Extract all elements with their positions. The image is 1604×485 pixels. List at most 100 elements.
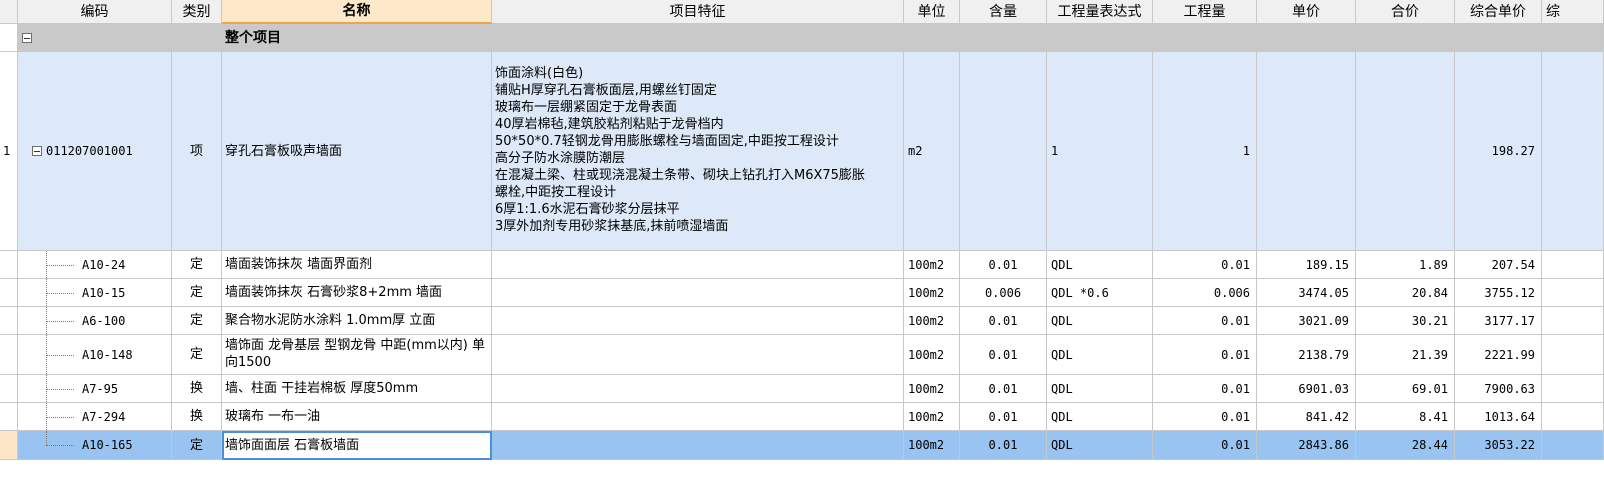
name-cell[interactable]: 墙饰面 龙骨基层 型钢龙骨 中距(mm以内) 单向1500 [222, 335, 492, 375]
price-cell[interactable]: 6901.03 [1257, 375, 1356, 403]
code-cell[interactable]: A10-15 [18, 279, 172, 307]
features-cell[interactable] [492, 24, 904, 52]
unit-cell[interactable] [904, 24, 960, 52]
unit-cell[interactable]: 100m2 [904, 403, 960, 431]
code-cell[interactable]: A7-294 [18, 403, 172, 431]
column-header-unit[interactable]: 单位 [904, 0, 960, 24]
quantity-cell[interactable]: 0.01 [1153, 431, 1257, 460]
unit-cell[interactable]: 100m2 [904, 307, 960, 335]
price-cell[interactable] [1257, 24, 1356, 52]
expression-cell[interactable]: QDL *0.6 [1047, 279, 1153, 307]
quantity-cell[interactable]: 0.01 [1153, 335, 1257, 375]
comprehensive-price-cell[interactable]: 1013.64 [1455, 403, 1542, 431]
name-cell[interactable]: 玻璃布 一布一油 [222, 403, 492, 431]
features-cell[interactable] [492, 403, 904, 431]
price-cell[interactable] [1257, 52, 1356, 251]
column-header-code[interactable]: 编码 [18, 0, 172, 24]
comprehensive-price-cell[interactable]: 3053.22 [1455, 431, 1542, 460]
expression-cell[interactable]: 1 [1047, 52, 1153, 251]
content-cell[interactable] [960, 24, 1047, 52]
column-header-features[interactable]: 项目特征 [492, 0, 904, 24]
quota-row[interactable]: A10-24 定 墙面装饰抹灰 墙面界面剂 100m2 0.01 QDL 0.0… [0, 251, 1604, 279]
extra-cell[interactable] [1542, 335, 1604, 375]
type-cell[interactable]: 定 [172, 431, 222, 460]
name-cell[interactable]: 墙面装饰抹灰 石膏砂浆8+2mm 墙面 [222, 279, 492, 307]
quantity-cell[interactable]: 0.01 [1153, 403, 1257, 431]
quota-row[interactable]: A10-148 定 墙饰面 龙骨基层 型钢龙骨 中距(mm以内) 单向1500 … [0, 335, 1604, 375]
extra-cell[interactable] [1542, 403, 1604, 431]
quantity-cell[interactable]: 0.01 [1153, 375, 1257, 403]
column-header-extra[interactable]: 综 [1542, 0, 1604, 24]
price-cell[interactable]: 3021.09 [1257, 307, 1356, 335]
content-cell[interactable]: 0.01 [960, 431, 1047, 460]
type-cell[interactable]: 换 [172, 403, 222, 431]
comprehensive-price-cell[interactable]: 207.54 [1455, 251, 1542, 279]
column-header-expression[interactable]: 工程量表达式 [1047, 0, 1153, 24]
extra-cell[interactable] [1542, 24, 1604, 52]
comprehensive-price-cell[interactable]: 3177.17 [1455, 307, 1542, 335]
comprehensive-price-cell[interactable]: 2221.99 [1455, 335, 1542, 375]
name-cell[interactable]: 穿孔石膏板吸声墙面 [222, 52, 492, 251]
expression-cell[interactable]: QDL [1047, 375, 1153, 403]
type-cell[interactable]: 定 [172, 279, 222, 307]
total-cell[interactable]: 1.89 [1356, 251, 1455, 279]
quantity-cell[interactable]: 1 [1153, 52, 1257, 251]
column-header-comprehensive-price[interactable]: 综合单价 [1455, 0, 1542, 24]
code-cell[interactable]: A6-100 [18, 307, 172, 335]
extra-cell[interactable] [1542, 279, 1604, 307]
extra-cell[interactable] [1542, 431, 1604, 460]
comprehensive-price-cell[interactable]: 7900.63 [1455, 375, 1542, 403]
column-header-quantity[interactable]: 工程量 [1153, 0, 1257, 24]
name-cell[interactable]: 墙面装饰抹灰 墙面界面剂 [222, 251, 492, 279]
content-cell[interactable]: 0.006 [960, 279, 1047, 307]
total-cell[interactable]: 20.84 [1356, 279, 1455, 307]
content-cell[interactable]: 0.01 [960, 375, 1047, 403]
name-cell-editing[interactable]: 墙饰面面层 石膏板墙面 [222, 431, 492, 460]
code-cell[interactable]: A10-165 [18, 431, 172, 460]
price-cell[interactable]: 189.15 [1257, 251, 1356, 279]
unit-cell[interactable]: 100m2 [904, 279, 960, 307]
features-cell[interactable] [492, 307, 904, 335]
collapse-icon[interactable] [22, 32, 32, 43]
features-cell[interactable] [492, 431, 904, 460]
quota-row[interactable]: A7-294 换 玻璃布 一布一油 100m2 0.01 QDL 0.01 84… [0, 403, 1604, 431]
price-cell[interactable]: 2138.79 [1257, 335, 1356, 375]
expression-cell[interactable]: QDL [1047, 403, 1153, 431]
content-cell[interactable]: 0.01 [960, 251, 1047, 279]
column-header-name[interactable]: 名称 [222, 0, 492, 24]
bill-item-row[interactable]: 1 011207001001 项 穿孔石膏板吸声墙面 饰面涂料(白色) 铺贴H厚… [0, 52, 1604, 251]
expression-cell[interactable]: QDL [1047, 335, 1153, 375]
expression-cell[interactable]: QDL [1047, 431, 1153, 460]
expression-cell[interactable]: QDL [1047, 307, 1153, 335]
content-cell[interactable] [960, 52, 1047, 251]
features-cell[interactable] [492, 279, 904, 307]
type-cell[interactable]: 项 [172, 52, 222, 251]
extra-cell[interactable] [1542, 375, 1604, 403]
extra-cell[interactable] [1542, 251, 1604, 279]
name-cell[interactable]: 墙、柱面 干挂岩棉板 厚度50mm [222, 375, 492, 403]
column-header-type[interactable]: 类别 [172, 0, 222, 24]
features-cell[interactable] [492, 335, 904, 375]
comprehensive-price-cell[interactable]: 198.27 [1455, 52, 1542, 251]
unit-cell[interactable]: 100m2 [904, 251, 960, 279]
quota-row[interactable]: A7-95 换 墙、柱面 干挂岩棉板 厚度50mm 100m2 0.01 QDL… [0, 375, 1604, 403]
comprehensive-price-cell[interactable]: 3755.12 [1455, 279, 1542, 307]
total-cell[interactable]: 69.01 [1356, 375, 1455, 403]
features-cell[interactable] [492, 375, 904, 403]
code-cell[interactable] [18, 24, 172, 52]
price-cell[interactable]: 2843.86 [1257, 431, 1356, 460]
quantity-cell[interactable] [1153, 24, 1257, 52]
extra-cell[interactable] [1542, 52, 1604, 251]
price-cell[interactable]: 841.42 [1257, 403, 1356, 431]
unit-cell[interactable]: 100m2 [904, 335, 960, 375]
quantity-cell[interactable]: 0.01 [1153, 251, 1257, 279]
group-title[interactable]: 整个项目 [222, 24, 492, 52]
unit-cell[interactable]: 100m2 [904, 375, 960, 403]
quantity-cell[interactable]: 0.01 [1153, 307, 1257, 335]
quota-row[interactable]: A10-15 定 墙面装饰抹灰 石膏砂浆8+2mm 墙面 100m2 0.006… [0, 279, 1604, 307]
type-cell[interactable]: 换 [172, 375, 222, 403]
extra-cell[interactable] [1542, 307, 1604, 335]
code-cell[interactable]: A10-148 [18, 335, 172, 375]
total-cell[interactable] [1356, 24, 1455, 52]
total-cell[interactable]: 8.41 [1356, 403, 1455, 431]
